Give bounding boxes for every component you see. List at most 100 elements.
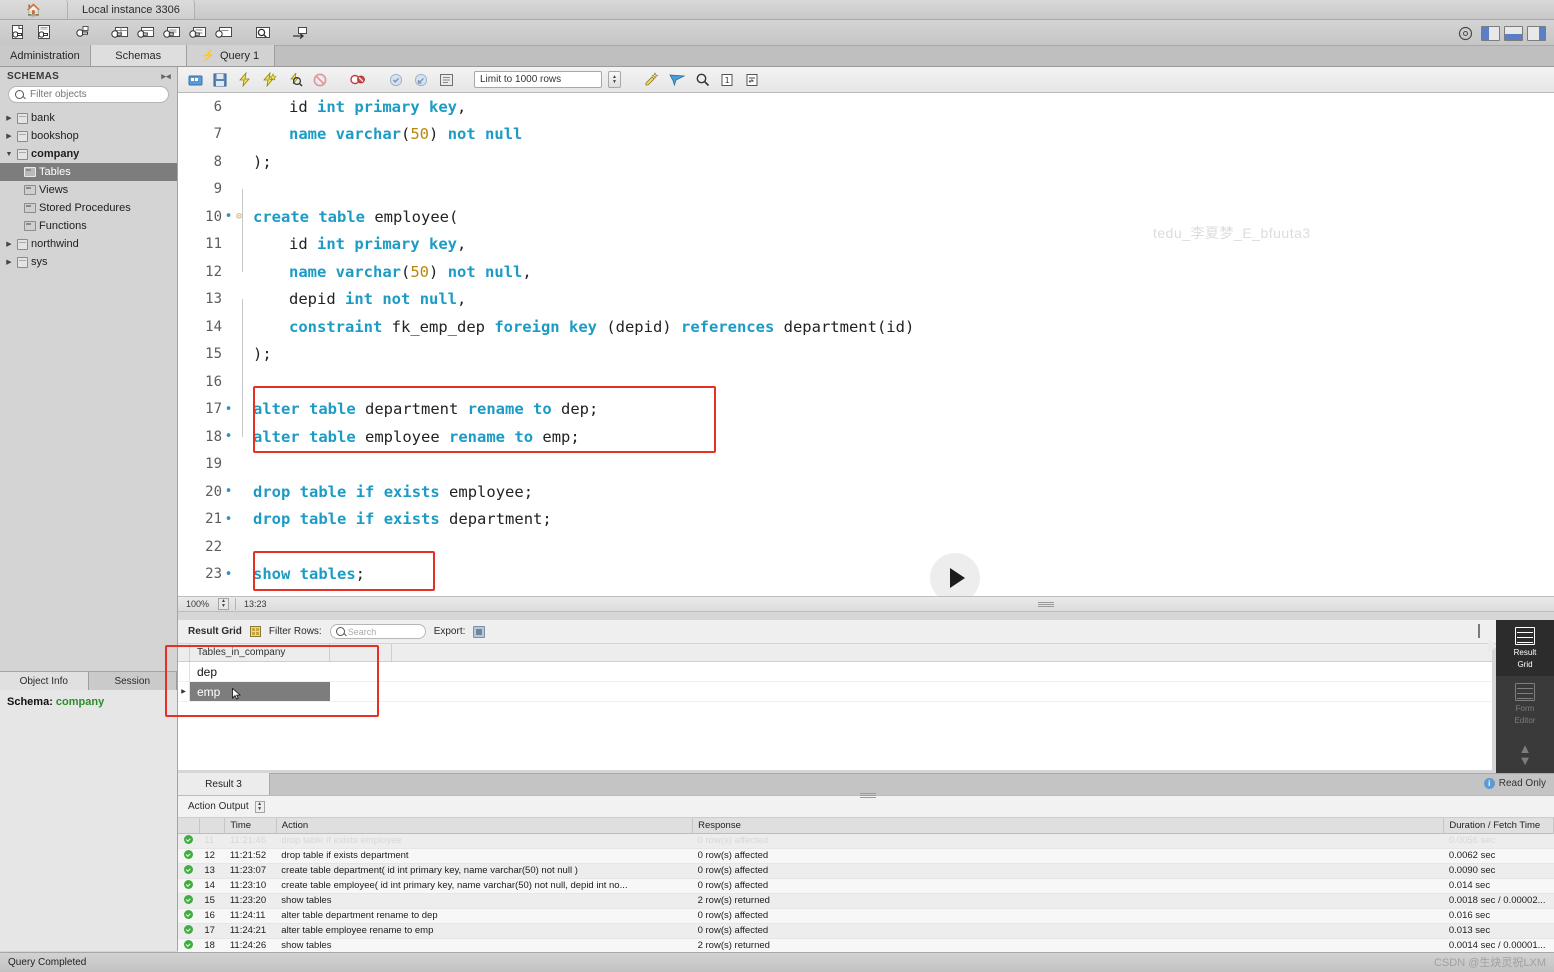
new-schema-icon[interactable] bbox=[70, 22, 94, 44]
execute-current-statement-icon[interactable] bbox=[259, 70, 281, 90]
limit-rows-select[interactable]: Limit to 1000 rows bbox=[474, 71, 602, 88]
result-grid-rows[interactable]: dep▶emp bbox=[178, 662, 1492, 702]
execute-icon[interactable] bbox=[234, 70, 256, 90]
code-line[interactable]: 9 bbox=[178, 176, 1554, 204]
fold-marker[interactable]: ⊝ bbox=[233, 211, 245, 222]
action-output-row[interactable]: 1511:23:20show tables2 row(s) returned0.… bbox=[178, 893, 1554, 908]
scroll-more-button[interactable]: ▲ ▼ bbox=[1496, 732, 1554, 776]
filter-rows-field[interactable]: Search bbox=[330, 624, 426, 639]
tab-administration[interactable]: Administration bbox=[0, 45, 91, 66]
toggle-sidebar-icon[interactable] bbox=[1481, 26, 1500, 41]
action-output-row[interactable]: 1111:21:46drop table if exists employee0… bbox=[178, 833, 1554, 848]
sidebar-item-functions[interactable]: Functions bbox=[0, 217, 177, 235]
code-line[interactable]: 21•drop table if exists department; bbox=[178, 506, 1554, 534]
result-panel-toggle[interactable] bbox=[1478, 625, 1480, 637]
toggle-output-icon[interactable] bbox=[1504, 26, 1523, 41]
chevron-right-icon[interactable]: ▶ bbox=[4, 258, 14, 266]
autocommit-icon[interactable] bbox=[435, 70, 457, 90]
code-line[interactable]: 16 bbox=[178, 368, 1554, 396]
action-output-row[interactable]: 1811:24:26show tables2 row(s) returned0.… bbox=[178, 938, 1554, 953]
tab-query-1[interactable]: ⚡ Query 1 bbox=[187, 45, 275, 66]
search-editor-icon[interactable] bbox=[691, 70, 713, 90]
new-table-icon[interactable] bbox=[108, 22, 132, 44]
reconnect-server-icon[interactable] bbox=[288, 22, 312, 44]
action-output-splitter[interactable] bbox=[860, 793, 876, 799]
col-response[interactable]: Response bbox=[693, 818, 1444, 833]
code-line[interactable]: 13depid int not null, bbox=[178, 286, 1554, 314]
code-line[interactable]: 18•alter table employee rename to emp; bbox=[178, 423, 1554, 451]
tab-session[interactable]: Session bbox=[89, 672, 178, 690]
rollback-icon[interactable] bbox=[410, 70, 432, 90]
action-output-row[interactable]: 1611:24:11alter table department rename … bbox=[178, 908, 1554, 923]
new-sql-tab-icon[interactable] bbox=[6, 22, 30, 44]
collapse-icon[interactable]: ▸◂ bbox=[161, 71, 171, 82]
tab-object-info[interactable]: Object Info bbox=[0, 672, 89, 690]
code-line[interactable]: 7name varchar(50) not null bbox=[178, 121, 1554, 149]
code-line[interactable]: 14constraint fk_emp_dep foreign key (dep… bbox=[178, 313, 1554, 341]
sidebar-item-bookshop[interactable]: ▶bookshop bbox=[0, 127, 177, 145]
open-script-icon[interactable] bbox=[184, 70, 206, 90]
search-input[interactable] bbox=[28, 88, 162, 101]
grid-view-icon[interactable] bbox=[250, 626, 261, 637]
result-grid[interactable]: Tables_in_company dep▶emp bbox=[178, 644, 1492, 770]
play-overlay-button[interactable] bbox=[930, 553, 980, 596]
stop-icon[interactable] bbox=[309, 70, 331, 90]
tab-result-3[interactable]: Result 3 bbox=[178, 773, 270, 795]
new-function-icon[interactable] bbox=[186, 22, 210, 44]
limit-rows-stepper[interactable]: ▲ ▼ bbox=[608, 71, 621, 88]
table-row[interactable]: ▶emp bbox=[178, 682, 1492, 702]
action-output-select[interactable]: ▲ ▼ bbox=[255, 801, 265, 813]
sidebar-item-sys[interactable]: ▶sys bbox=[0, 253, 177, 271]
explain-icon[interactable] bbox=[284, 70, 306, 90]
stop-on-error-icon[interactable] bbox=[347, 70, 369, 90]
new-routine-icon[interactable] bbox=[212, 22, 236, 44]
code-line[interactable]: 23•show tables; bbox=[178, 561, 1554, 589]
chevron-down-icon[interactable]: ▼ bbox=[4, 151, 14, 158]
chevron-right-icon[interactable]: ▶ bbox=[4, 132, 14, 140]
toggle-invisible-chars-icon[interactable]: 1 bbox=[716, 70, 738, 90]
sidebar-item-bank[interactable]: ▶bank bbox=[0, 109, 177, 127]
commit-icon[interactable] bbox=[385, 70, 407, 90]
export-icon[interactable] bbox=[473, 626, 485, 638]
action-output-row[interactable]: 1311:23:07create table department( id in… bbox=[178, 863, 1554, 878]
code-line[interactable]: 6id int primary key, bbox=[178, 93, 1554, 121]
code-line[interactable]: 20•drop table if exists employee; bbox=[178, 478, 1554, 506]
search-table-data-icon[interactable] bbox=[250, 22, 274, 44]
home-tab[interactable]: 🏠 bbox=[0, 0, 68, 19]
chevron-right-icon[interactable]: ▶ bbox=[4, 240, 14, 248]
toggle-secondary-sidebar-icon[interactable] bbox=[1527, 26, 1546, 41]
table-row[interactable]: dep bbox=[178, 662, 1492, 682]
save-script-icon[interactable] bbox=[209, 70, 231, 90]
wrap-lines-icon[interactable] bbox=[741, 70, 763, 90]
code-line[interactable]: 11id int primary key, bbox=[178, 231, 1554, 259]
col-duration[interactable]: Duration / Fetch Time bbox=[1444, 818, 1554, 833]
col-action[interactable]: Action bbox=[276, 818, 692, 833]
editor-zoom-stepper[interactable]: ▲ ▼ bbox=[218, 598, 229, 610]
sql-editor[interactable]: tedu_李夏梦_E_bfuuta3 6id int primary key,7… bbox=[178, 93, 1554, 596]
sidebar-item-tables[interactable]: Tables bbox=[0, 163, 177, 181]
result-grid-button[interactable]: Result Grid bbox=[1496, 620, 1554, 676]
action-output-row[interactable]: 1711:24:21alter table employee rename to… bbox=[178, 923, 1554, 938]
help-icon[interactable] bbox=[1453, 22, 1477, 44]
col-time[interactable]: Time bbox=[225, 818, 276, 833]
new-procedure-icon[interactable] bbox=[160, 22, 184, 44]
code-line[interactable]: 12name varchar(50) not null, bbox=[178, 258, 1554, 286]
sidebar-item-views[interactable]: Views bbox=[0, 181, 177, 199]
column-header-tables-in-company[interactable]: Tables_in_company bbox=[190, 644, 330, 661]
code-line[interactable]: 17•alter table department rename to dep; bbox=[178, 396, 1554, 424]
code-line[interactable]: 19 bbox=[178, 451, 1554, 479]
col-number[interactable] bbox=[199, 818, 224, 833]
find-icon[interactable] bbox=[666, 70, 688, 90]
filter-objects-field[interactable] bbox=[8, 86, 169, 103]
new-view-icon[interactable] bbox=[134, 22, 158, 44]
connection-tab-local-instance[interactable]: Local instance 3306 bbox=[68, 0, 195, 19]
sidebar-item-stored-procedures[interactable]: Stored Procedures bbox=[0, 199, 177, 217]
column-header-blank[interactable] bbox=[330, 644, 392, 661]
splitter-grip[interactable] bbox=[1038, 602, 1054, 605]
chevron-right-icon[interactable]: ▶ bbox=[4, 114, 14, 122]
sidebar-item-northwind[interactable]: ▶northwind bbox=[0, 235, 177, 253]
code-line[interactable]: 8); bbox=[178, 148, 1554, 176]
form-editor-button[interactable]: Form Editor bbox=[1496, 676, 1554, 732]
code-lines[interactable]: 6id int primary key,7name varchar(50) no… bbox=[178, 93, 1554, 588]
table-cell[interactable]: emp bbox=[190, 682, 330, 701]
